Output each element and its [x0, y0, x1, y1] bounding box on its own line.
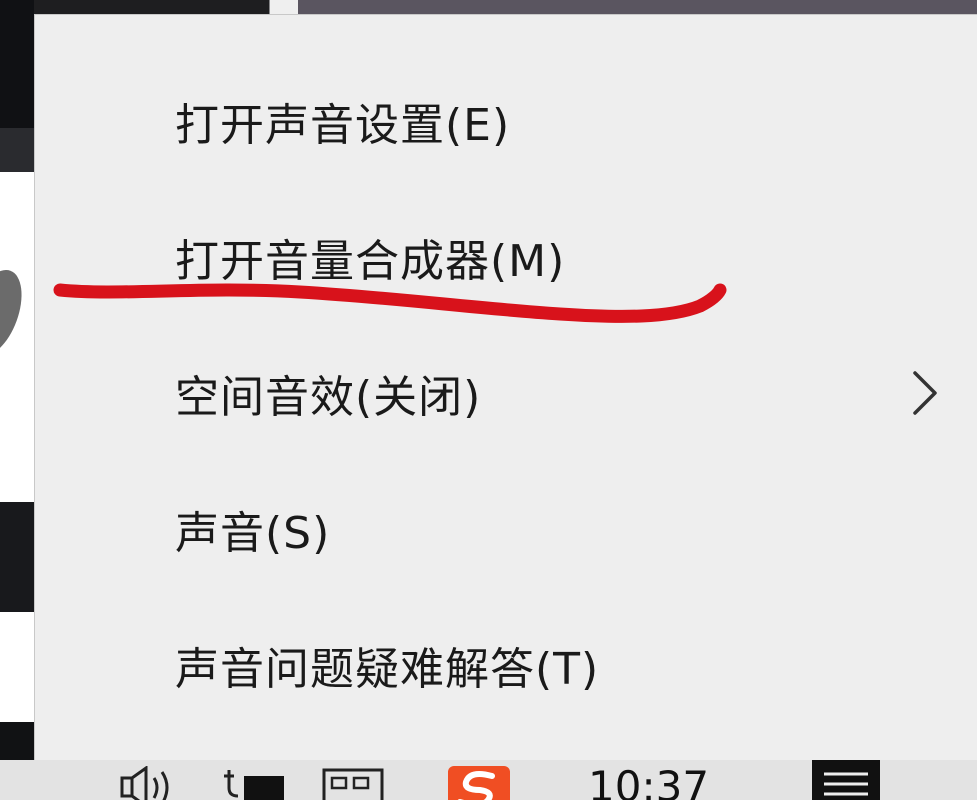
battery-plug-icon[interactable] [218, 766, 288, 800]
ime-keyboard-icon[interactable] [318, 766, 388, 800]
menu-item-label: 声音(S) [175, 508, 331, 559]
sound-context-menu: 打开声音设置(E) 打开音量合成器(M) 空间音效(关闭) 声音(S) 声音问题… [34, 14, 977, 760]
menu-item-spatial-sound[interactable]: 空间音效(关闭) [35, 333, 977, 453]
taskbar: 10:37 [0, 760, 977, 800]
sogou-input-icon[interactable] [444, 766, 514, 800]
menu-item-sounds[interactable]: 声音(S) [35, 469, 977, 589]
action-center-icon[interactable] [806, 760, 886, 800]
taskbar-clock[interactable]: 10:37 [588, 762, 709, 800]
menu-item-open-volume-mixer[interactable]: 打开音量合成器(M) [35, 197, 977, 317]
speaker-icon[interactable] [116, 766, 176, 800]
desktop-background-left [0, 0, 34, 800]
menu-item-label: 打开音量合成器(M) [175, 236, 566, 287]
menu-item-label: 打开声音设置(E) [175, 100, 511, 151]
menu-item-label: 空间音效(关闭) [175, 372, 482, 423]
menu-item-troubleshoot-sound[interactable]: 声音问题疑难解答(T) [35, 605, 977, 725]
menu-item-label: 声音问题疑难解答(T) [175, 644, 600, 695]
chevron-right-icon [913, 371, 937, 415]
menu-item-open-sound-settings[interactable]: 打开声音设置(E) [35, 61, 977, 181]
